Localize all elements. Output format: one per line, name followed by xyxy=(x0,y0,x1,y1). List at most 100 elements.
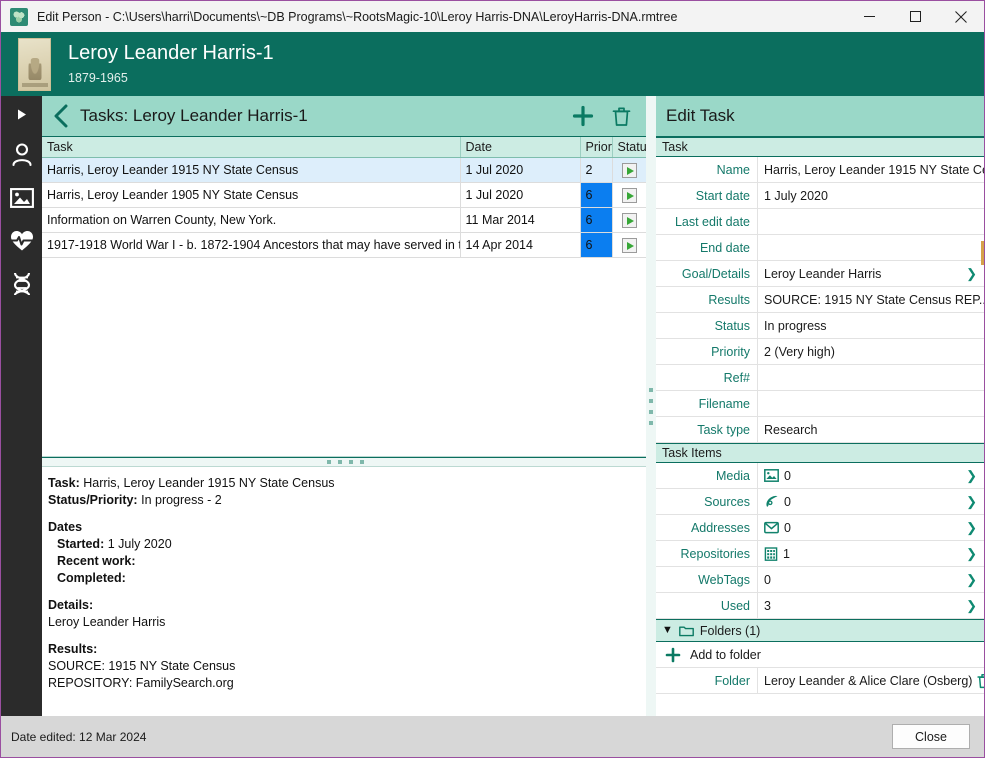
field-value-priority[interactable]: 2 (Very high) xyxy=(757,339,984,364)
field-row-filename[interactable]: Filename xyxy=(656,391,984,417)
item-row-used[interactable]: Used 3 ❯ xyxy=(656,593,984,619)
chevron-right-icon[interactable]: ❯ xyxy=(966,520,977,536)
field-value-name[interactable]: Harris, Leroy Leander 1915 NY State Cens… xyxy=(757,157,984,182)
scroll-indicator[interactable] xyxy=(981,241,984,265)
item-row-sources[interactable]: Sources 0 ❯ xyxy=(656,489,984,515)
field-row-end-date[interactable]: End date xyxy=(656,235,984,261)
field-row-status[interactable]: Status In progress xyxy=(656,313,984,339)
chevron-right-icon[interactable]: ❯ xyxy=(966,266,977,282)
add-to-folder-button[interactable]: Add to folder xyxy=(656,642,984,668)
close-button[interactable]: Close xyxy=(892,724,970,749)
field-value-ref[interactable] xyxy=(757,365,984,390)
avatar[interactable] xyxy=(18,37,51,91)
sidebar-item-person[interactable] xyxy=(1,133,42,176)
column-header-date[interactable]: Date xyxy=(460,137,581,158)
column-header-status[interactable]: Statu xyxy=(612,137,647,158)
field-label-goal-details: Goal/Details xyxy=(656,261,757,286)
tasks-title: Tasks: Leroy Leander Harris-1 xyxy=(80,106,308,125)
left-icon-rail xyxy=(1,96,42,716)
field-value-status[interactable]: In progress xyxy=(757,313,984,338)
item-row-media[interactable]: Media 0 ❯ xyxy=(656,463,984,489)
status-play-icon[interactable] xyxy=(621,237,637,253)
item-row-addresses[interactable]: Addresses 0 ❯ xyxy=(656,515,984,541)
cell-status[interactable] xyxy=(612,232,647,258)
field-value-last-edit-date[interactable] xyxy=(757,209,984,234)
item-row-webtags[interactable]: WebTags 0 ❯ xyxy=(656,567,984,593)
status-play-icon[interactable] xyxy=(621,162,637,178)
field-row-results[interactable]: Results SOURCE: 1915 NY State Census REP… xyxy=(656,287,984,313)
field-row-task-type[interactable]: Task type Research xyxy=(656,417,984,443)
item-value-sources[interactable]: 0 ❯ xyxy=(757,489,984,514)
field-value-filename[interactable] xyxy=(757,391,984,416)
detail-started-label: Started: xyxy=(57,537,105,551)
table-row[interactable]: Harris, Leroy Leander 1915 NY State Cens… xyxy=(42,157,647,183)
status-play-icon[interactable] xyxy=(621,187,637,203)
maximize-icon[interactable] xyxy=(892,1,938,32)
item-value-addresses[interactable]: 0 ❯ xyxy=(757,515,984,540)
item-value-webtags[interactable]: 0 ❯ xyxy=(757,567,984,592)
field-value-start-date[interactable]: 1 July 2020 xyxy=(757,183,984,208)
table-row[interactable]: 1917-1918 World War I - b. 1872-1904 Anc… xyxy=(42,232,647,258)
sidebar-item-play[interactable] xyxy=(1,96,42,133)
chevron-right-icon[interactable]: ❯ xyxy=(966,598,977,614)
field-row-ref[interactable]: Ref# xyxy=(656,365,984,391)
detail-results-line1: SOURCE: 1915 NY State Census xyxy=(48,659,236,673)
image-icon xyxy=(764,469,779,482)
item-label-used: Used xyxy=(656,593,757,618)
item-count-media: 0 xyxy=(784,468,791,483)
field-row-priority[interactable]: Priority 2 (Very high) xyxy=(656,339,984,365)
item-value-used[interactable]: 3 ❯ xyxy=(757,593,984,618)
folder-row[interactable]: Folder Leroy Leander & Alice Clare (Osbe… xyxy=(656,668,984,694)
tasks-header: Tasks: Leroy Leander Harris-1 xyxy=(42,96,648,137)
item-value-repositories[interactable]: 1 ❯ xyxy=(757,541,984,566)
table-row[interactable]: Harris, Leroy Leander 1905 NY State Cens… xyxy=(42,182,647,208)
source-pen-icon xyxy=(764,495,779,509)
sidebar-item-health[interactable] xyxy=(1,219,42,262)
column-header-task[interactable]: Task xyxy=(42,137,461,158)
chevron-right-icon[interactable]: ❯ xyxy=(966,468,977,484)
vertical-splitter[interactable] xyxy=(646,96,656,716)
cell-priority: 2 xyxy=(580,157,613,183)
back-chevron-icon[interactable] xyxy=(42,104,80,128)
sidebar-item-media[interactable] xyxy=(1,176,42,219)
cell-status[interactable] xyxy=(612,157,647,183)
status-play-icon[interactable] xyxy=(621,212,637,228)
close-icon[interactable] xyxy=(938,1,984,32)
field-value-goal-details[interactable]: Leroy Leander Harris ❯ xyxy=(757,261,984,286)
folder-row-value-wrap[interactable]: Leroy Leander & Alice Clare (Osberg) xyxy=(757,668,984,693)
person-banner: Leroy Leander Harris-1 1879-1965 xyxy=(1,32,984,96)
item-row-repositories[interactable]: Repositories 1 ❯ xyxy=(656,541,984,567)
field-row-name[interactable]: Name Harris, Leroy Leander 1915 NY State… xyxy=(656,157,984,183)
field-row-start-date[interactable]: Start date 1 July 2020 xyxy=(656,183,984,209)
sidebar-item-dna[interactable] xyxy=(1,262,42,305)
cell-status[interactable] xyxy=(612,182,647,208)
add-task-icon[interactable] xyxy=(570,103,596,129)
folder-row-value: Leroy Leander & Alice Clare (Osberg) xyxy=(764,673,973,688)
item-count-addresses: 0 xyxy=(784,520,791,535)
field-row-goal-details[interactable]: Goal/Details Leroy Leander Harris ❯ xyxy=(656,261,984,287)
footer-bar: Date edited: 12 Mar 2024 Close xyxy=(1,716,984,757)
table-row[interactable]: Information on Warren County, New York. … xyxy=(42,207,647,233)
delete-folder-icon[interactable] xyxy=(977,673,984,689)
cell-task: 1917-1918 World War I - b. 1872-1904 Anc… xyxy=(42,232,461,258)
delete-task-icon[interactable] xyxy=(608,103,634,129)
chevron-right-icon[interactable]: ❯ xyxy=(966,494,977,510)
section-header-task-items: Task Items xyxy=(656,443,984,463)
field-value-results[interactable]: SOURCE: 1915 NY State Census REP... ❯ xyxy=(757,287,984,312)
minimize-icon[interactable] xyxy=(846,1,892,32)
column-header-priority[interactable]: Prior xyxy=(580,137,613,158)
horizontal-splitter[interactable] xyxy=(42,457,648,467)
field-row-last-edit-date[interactable]: Last edit date xyxy=(656,209,984,235)
folders-section-header[interactable]: ▼ Folders (1) xyxy=(656,619,984,642)
chevron-right-icon[interactable]: ❯ xyxy=(966,572,977,588)
cell-status[interactable] xyxy=(612,207,647,233)
item-value-media[interactable]: 0 ❯ xyxy=(757,463,984,488)
collapse-triangle-icon[interactable]: ▼ xyxy=(662,625,673,636)
detail-results-label: Results: xyxy=(48,642,98,656)
table-header-row: Task Date Prior Statu xyxy=(42,137,647,158)
title-bar: Edit Person - C:\Users\harri\Documents\~… xyxy=(1,1,984,32)
chevron-right-icon[interactable]: ❯ xyxy=(966,546,977,562)
field-value-end-date[interactable] xyxy=(757,235,984,260)
field-value-task-type[interactable]: Research xyxy=(757,417,984,442)
tasks-list[interactable]: Task Date Prior Statu Harris, Leroy Lean… xyxy=(42,137,648,457)
